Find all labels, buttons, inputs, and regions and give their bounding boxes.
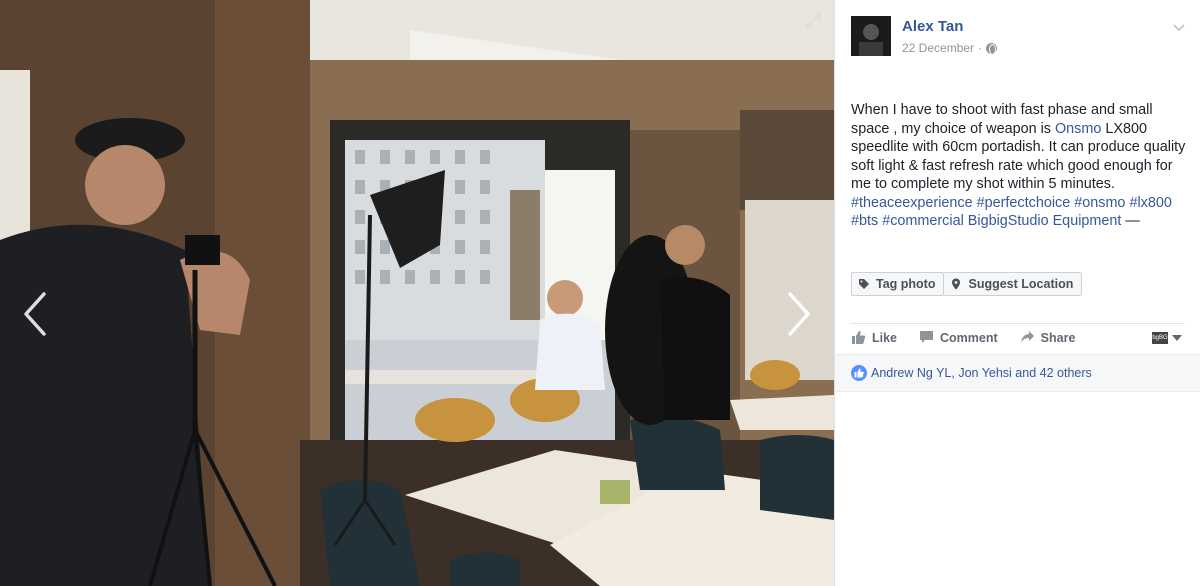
- chevron-down-icon: [1173, 24, 1185, 32]
- post-panel: Alex Tan 22 December · When I have to sh…: [834, 0, 1200, 586]
- post-text: When I have to shoot with fast phase and…: [851, 101, 1187, 231]
- avatar[interactable]: [851, 16, 891, 56]
- share-label: Share: [1040, 330, 1076, 345]
- likes-count-link[interactable]: Andrew Ng YL, Jon Yehsi and 42 others: [871, 366, 1092, 380]
- share-icon: [1020, 331, 1034, 343]
- post-meta: 22 December ·: [902, 41, 998, 55]
- hashtag-link[interactable]: #bts: [851, 213, 878, 229]
- post-text-part: —: [1121, 213, 1140, 229]
- suggest-location-label: Suggest Location: [968, 277, 1074, 291]
- globe-icon[interactable]: [986, 42, 998, 55]
- expand-icon: [805, 13, 821, 29]
- caret-down-icon: [1172, 335, 1182, 341]
- audience-avatar: bgBG: [1152, 332, 1168, 344]
- onsmo-link[interactable]: Onsmo: [1055, 121, 1101, 137]
- previous-photo-button[interactable]: [18, 290, 52, 338]
- divider: [851, 323, 1185, 324]
- like-button[interactable]: Like: [851, 330, 897, 345]
- meta-separator: ·: [978, 41, 983, 55]
- comment-button[interactable]: Comment: [919, 330, 998, 345]
- hashtag-link[interactable]: #perfectchoice: [977, 195, 1071, 211]
- tag-photo-button[interactable]: Tag photo: [851, 272, 945, 296]
- chevron-right-icon: [788, 292, 810, 336]
- chevron-left-icon: [24, 292, 46, 336]
- like-label: Like: [872, 330, 898, 345]
- page-link[interactable]: BigbigStudio Equipment: [968, 213, 1122, 229]
- post-options-button[interactable]: [1172, 20, 1186, 32]
- post-actions: Like Comment Share: [851, 330, 1097, 345]
- audience-selector[interactable]: bgBG: [1152, 332, 1182, 344]
- hashtag-link[interactable]: #theaceexperience: [851, 195, 973, 211]
- tag-icon: [859, 279, 869, 289]
- comment-icon: [920, 331, 934, 343]
- photo: [0, 0, 834, 586]
- photo-viewer[interactable]: [0, 0, 834, 586]
- tag-photo-label: Tag photo: [876, 277, 936, 291]
- thumbs-up-icon: [852, 330, 866, 344]
- likes-summary: Andrew Ng YL, Jon Yehsi and 42 others: [835, 354, 1200, 392]
- like-badge-icon: [851, 365, 867, 381]
- suggest-location-button[interactable]: Suggest Location: [944, 272, 1083, 296]
- comment-label: Comment: [940, 330, 998, 345]
- hashtag-link[interactable]: #onsmo: [1074, 195, 1125, 211]
- hashtag-link[interactable]: #lx800: [1129, 195, 1171, 211]
- author-name[interactable]: Alex Tan: [902, 18, 963, 35]
- expand-button[interactable]: [804, 12, 822, 30]
- location-pin-icon: [952, 278, 961, 290]
- post-date[interactable]: 22 December: [902, 41, 974, 55]
- photo-tools: Tag photo Suggest Location: [851, 272, 1083, 296]
- next-photo-button[interactable]: [782, 290, 816, 338]
- share-button[interactable]: Share: [1020, 330, 1076, 345]
- hashtag-link[interactable]: #commercial: [882, 213, 964, 229]
